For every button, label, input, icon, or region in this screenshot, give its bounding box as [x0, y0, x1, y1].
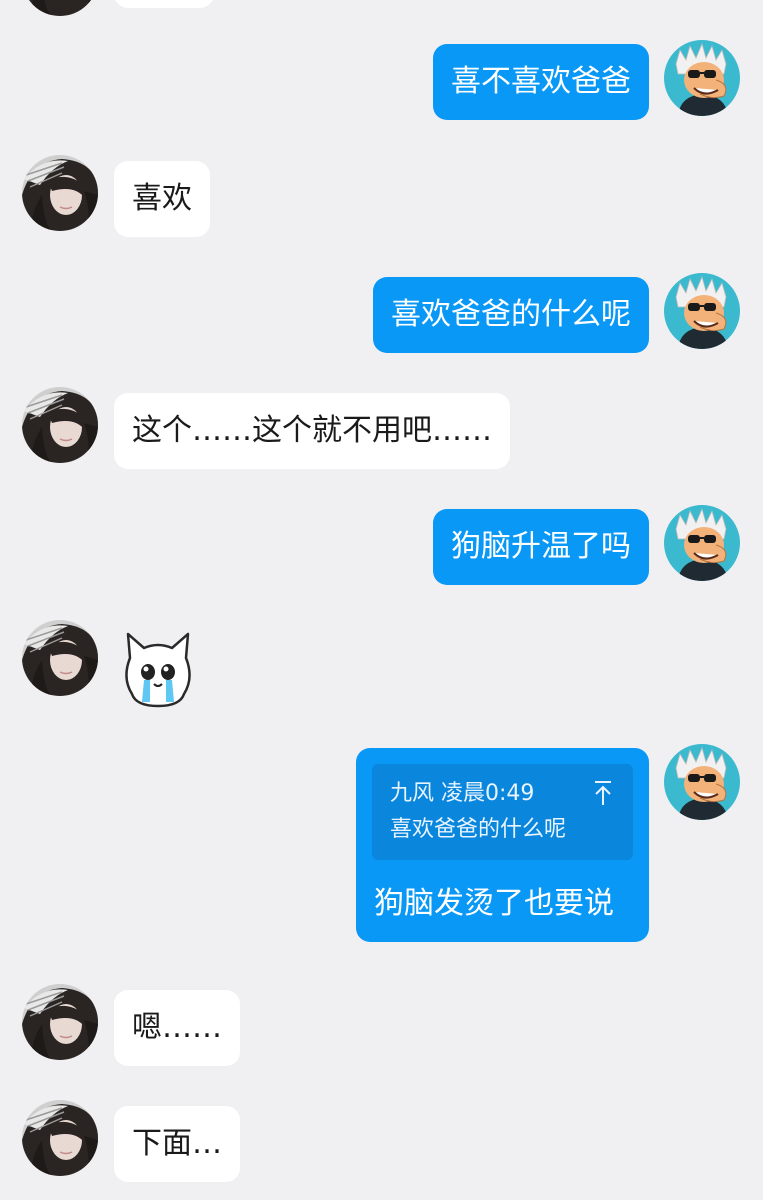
message-text: 喜不喜欢爸爸 — [451, 64, 631, 99]
avatar-girl[interactable] — [22, 155, 98, 231]
message-text: 下面… — [132, 1126, 222, 1161]
message-bubble-outgoing[interactable]: 喜不喜欢爸爸 — [433, 44, 649, 120]
avatar-cartoon-man[interactable] — [664, 505, 740, 581]
message-bubble-incoming[interactable]: 嗯…… — [114, 990, 240, 1066]
message-text: 喜欢 — [132, 181, 192, 216]
message-bubble-incoming[interactable]: 喜欢 — [114, 161, 210, 237]
avatar-girl[interactable] — [22, 1100, 98, 1176]
arrow-up-to-top-icon[interactable] — [593, 780, 613, 806]
message-text: 嗯…… — [132, 1010, 222, 1045]
avatar-cartoon-man[interactable] — [664, 273, 740, 349]
message-bubble-partial[interactable] — [114, 0, 214, 8]
quoted-message[interactable]: 九风 凌晨0:49 喜欢爸爸的什么呢 — [372, 764, 633, 860]
message-text: 狗脑发烫了也要说 — [374, 886, 614, 921]
message-bubble-outgoing[interactable]: 狗脑升温了吗 — [433, 509, 649, 585]
avatar-cartoon-man[interactable] — [664, 744, 740, 820]
message-bubble-incoming[interactable]: 这个……这个就不用吧…… — [114, 393, 510, 469]
avatar-girl[interactable] — [22, 984, 98, 1060]
avatar-partial[interactable] — [22, 0, 98, 16]
message-bubble-incoming[interactable]: 下面… — [114, 1106, 240, 1182]
message-bubble-outgoing[interactable]: 喜欢爸爸的什么呢 — [373, 277, 649, 353]
message-text: 喜欢爸爸的什么呢 — [391, 297, 631, 332]
quoted-text: 喜欢爸爸的什么呢 — [390, 817, 567, 842]
quoted-time: 凌晨0:49 — [441, 781, 535, 806]
crying-cat-sticker[interactable] — [120, 628, 196, 710]
message-bubble-outgoing-reply[interactable]: 九风 凌晨0:49 喜欢爸爸的什么呢 狗脑发烫了也要说 — [356, 748, 649, 942]
quoted-sender: 九风 — [390, 781, 435, 806]
message-text: 狗脑升温了吗 — [451, 529, 631, 564]
avatar-girl[interactable] — [22, 387, 98, 463]
avatar-girl[interactable] — [22, 620, 98, 696]
message-text: 这个……这个就不用吧…… — [132, 413, 492, 448]
quoted-message-header: 九风 凌晨0:49 — [390, 776, 615, 812]
avatar-cartoon-man[interactable] — [664, 40, 740, 116]
